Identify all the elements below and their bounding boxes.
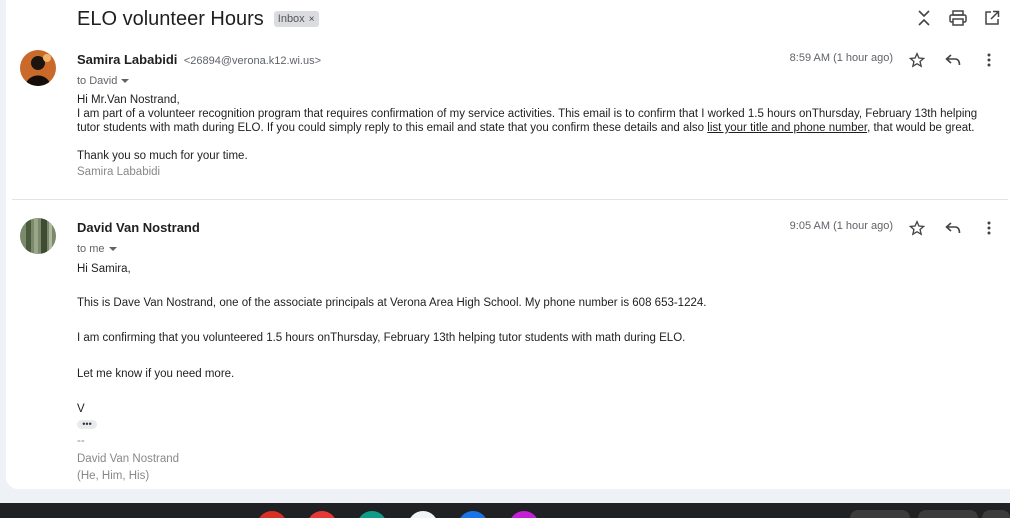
more-options-icon[interactable] — [980, 51, 998, 69]
message-time: 8:59 AM (1 hour ago) — [789, 52, 893, 64]
star-icon[interactable] — [908, 219, 926, 237]
thread-subject: ELO volunteer Hours — [77, 7, 264, 30]
chevron-down-icon — [108, 247, 117, 251]
inbox-label-badge[interactable]: Inbox × — [273, 11, 319, 27]
body-paragraph: Let me know if you need more. — [77, 368, 235, 380]
recipient-dropdown[interactable]: to me — [77, 243, 200, 255]
closing-line: Thank you so much for your time. — [77, 150, 248, 162]
inbox-label-text: Inbox — [277, 13, 305, 25]
recipient-text: to me — [77, 243, 105, 255]
show-trimmed-content-button[interactable]: ••• — [77, 420, 97, 429]
tray-item[interactable] — [918, 510, 978, 518]
message-actions — [908, 51, 998, 69]
recipient-text: to David — [77, 75, 118, 87]
tray-item[interactable] — [850, 510, 910, 518]
message-header: David Van Nostrand to me — [77, 219, 200, 255]
sender-avatar[interactable] — [20, 50, 56, 86]
print-icon[interactable] — [948, 8, 968, 28]
app-icon[interactable] — [458, 511, 488, 518]
app-icon[interactable] — [307, 511, 337, 518]
signature: David Van Nostrand — [77, 453, 180, 465]
recipient-dropdown[interactable]: to David — [77, 75, 321, 87]
tray-item[interactable] — [982, 510, 1010, 518]
message-actions — [908, 219, 998, 237]
body-paragraph: I am confirming that you volunteered 1.5… — [77, 332, 686, 344]
signature-separator: -- — [77, 435, 85, 447]
message-body: Hi Mr.Van Nostrand, I am part of a volun… — [77, 93, 1002, 179]
app-icon[interactable] — [357, 511, 387, 518]
greeting: Hi Mr.Van Nostrand, — [77, 94, 180, 106]
star-icon[interactable] — [908, 51, 926, 69]
chevron-down-icon — [121, 79, 130, 83]
message-divider — [12, 199, 1008, 200]
app-icon[interactable] — [509, 511, 539, 518]
app-icon[interactable] — [257, 511, 287, 518]
more-options-icon[interactable] — [980, 219, 998, 237]
reply-icon[interactable] — [944, 51, 962, 69]
thread-toolbar — [914, 8, 1010, 28]
sender-name[interactable]: David Van Nostrand — [77, 220, 200, 235]
sender-avatar[interactable] — [20, 218, 56, 254]
email-thread-card: ELO volunteer Hours Inbox × Samira Labab… — [6, 0, 1010, 489]
collapse-icon[interactable] — [914, 8, 934, 28]
greeting: Hi Samira, — [77, 263, 131, 275]
inline-link[interactable]: list your title and phone number — [707, 122, 867, 134]
signoff-initial: V — [77, 403, 85, 415]
sender-name[interactable]: Samira Lababidi — [77, 52, 177, 67]
message-header: Samira Lababidi <26894@verona.k12.wi.us>… — [77, 51, 321, 87]
subject-row: ELO volunteer Hours Inbox × — [77, 6, 319, 32]
signature-pronouns: (He, Him, His) — [77, 470, 150, 482]
message-body: Hi Samira, This is Dave Van Nostrand, on… — [77, 262, 1002, 483]
app-icon[interactable] — [408, 511, 438, 518]
sender-email: <26894@verona.k12.wi.us> — [183, 55, 322, 67]
remove-label-icon[interactable]: × — [309, 14, 315, 25]
body-paragraph: This is Dave Van Nostrand, one of the as… — [77, 297, 707, 309]
message-time: 9:05 AM (1 hour ago) — [789, 220, 893, 232]
open-new-window-icon[interactable] — [982, 8, 1002, 28]
reply-icon[interactable] — [944, 219, 962, 237]
signature: Samira Lababidi — [77, 166, 161, 178]
body-paragraph: I am part of a volunteer recognition pro… — [77, 108, 978, 134]
taskbar — [0, 503, 1010, 518]
